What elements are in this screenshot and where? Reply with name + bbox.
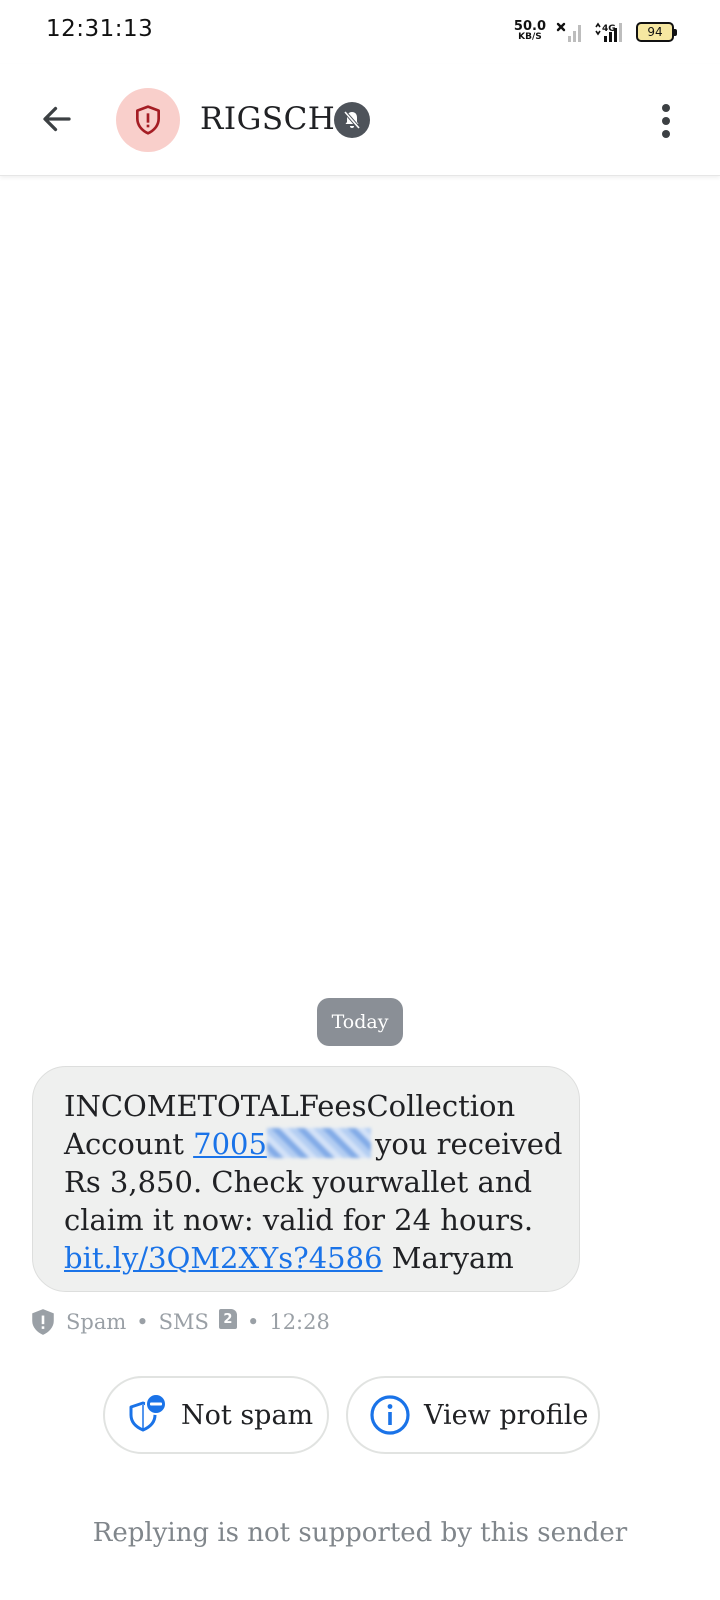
signal-4g-icon: 4G [595,22,622,42]
view-profile-label: View profile [424,1399,589,1431]
battery-icon: 94 [636,22,677,42]
not-spam-button[interactable]: Not spam [103,1376,329,1454]
shield-alert-icon [136,105,160,135]
status-icons: 50.0 KB/S 4G 94 [513,18,677,46]
info-icon [368,1393,412,1437]
battery-level: 94 [647,25,663,39]
status-time: 12:31:13 [46,16,154,42]
sender-name[interactable]: RIGSCH [200,101,335,137]
meta-separator: • [246,1310,260,1334]
message-text: you received [374,1127,563,1161]
message-text: Maryam [382,1241,514,1275]
message-bubble[interactable]: INCOMETOTALFeesCollection Account 7005 yo… [32,1066,580,1292]
network-speed-value: 50.0 [513,19,546,34]
message-text: Account [64,1127,194,1161]
redacted-digits [266,1128,371,1158]
message-line: INCOMETOTALFeesCollection [64,1089,516,1123]
reply-not-supported-note: Replying is not supported by this sender [92,1518,628,1548]
view-profile-button[interactable]: View profile [346,1376,600,1454]
muted-badge [334,102,370,138]
more-vert-icon [662,104,670,138]
sender-avatar[interactable] [116,88,180,152]
more-options-button[interactable] [646,96,686,146]
no-signal-sim1-icon [556,22,581,42]
bell-off-icon [343,110,361,130]
back-button[interactable] [32,94,82,144]
sim-slot-icon: 2 [218,1309,237,1329]
not-spam-label: Not spam [181,1399,314,1431]
shield-minus-icon [125,1393,169,1437]
channel-label: SMS [158,1310,209,1334]
spam-shield-icon [32,1309,54,1335]
meta-separator: • [136,1310,149,1334]
app-bar: RIGSCH [0,64,720,176]
network-speed: 50.0 KB/S [513,19,546,43]
message-line: claim it now: valid for 24 hours. [64,1203,534,1237]
message-time: 12:28 [269,1310,330,1334]
url-link[interactable]: bit.ly/3QM2XYs?4586 [64,1241,383,1275]
message-line: Rs 3,850. Check yourwallet and [64,1165,533,1199]
message-line: bit.ly/3QM2XYs?4586 Maryam [64,1239,559,1277]
account-number-link[interactable]: 7005 [193,1127,267,1161]
status-bar: 12:31:13 50.0 KB/S 4G 94 [0,0,720,64]
arrow-back-icon [43,106,71,132]
network-type: 4G [602,24,616,34]
spam-label: Spam [66,1310,127,1334]
message-line: Account 7005 you received [64,1125,563,1163]
message-meta: Spam • SMS 2 • 12:28 [30,1305,330,1339]
network-speed-unit: KB/S [518,32,542,42]
date-separator: Today [317,998,403,1046]
